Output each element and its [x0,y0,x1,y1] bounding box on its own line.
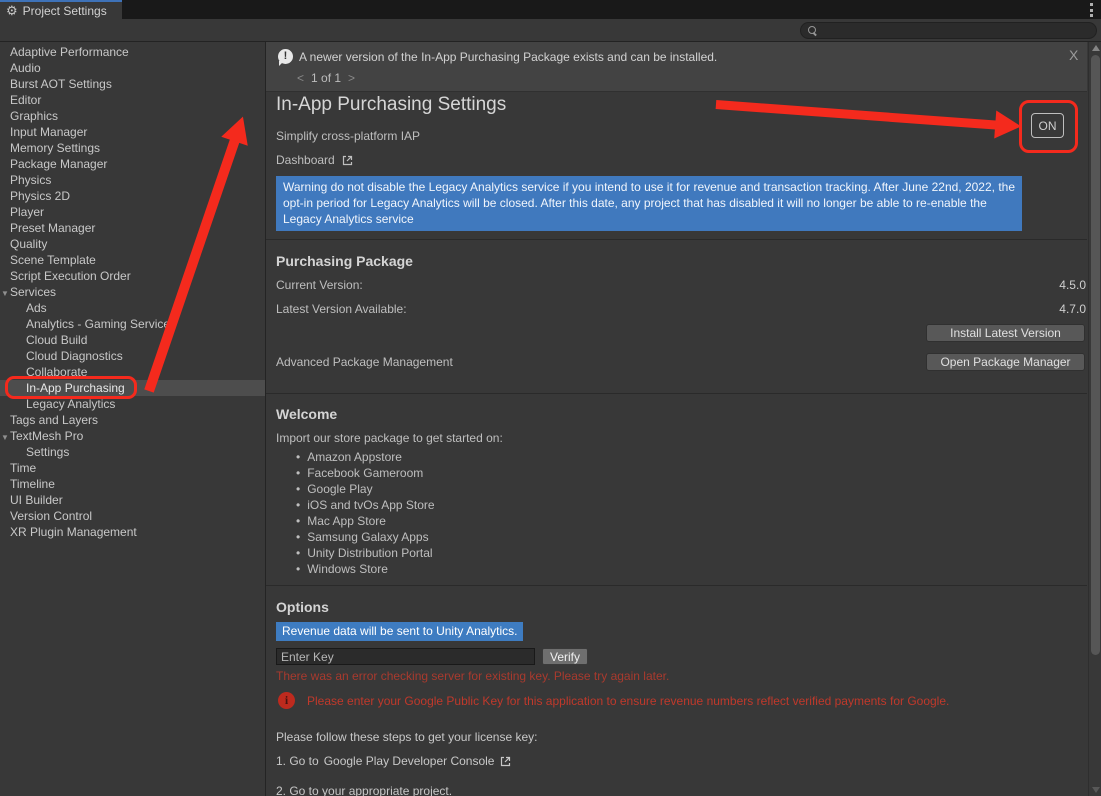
sidebar-item-ui-builder[interactable]: UI Builder [0,492,265,508]
sidebar-item-legacy-analytics[interactable]: Legacy Analytics [0,396,265,412]
sidebar-item-burst-aot[interactable]: Burst AOT Settings [0,76,265,92]
sidebar-item-cloud-build[interactable]: Cloud Build [0,332,265,348]
pager-prev-icon[interactable]: < [297,71,304,85]
settings-sidebar: Adaptive Performance Audio Burst AOT Set… [0,42,266,796]
window-menu-kebab-icon[interactable] [1086,3,1096,17]
sidebar-item-quality[interactable]: Quality [0,236,265,252]
advanced-package-management-label: Advanced Package Management [276,355,453,369]
sidebar-item-memory-settings[interactable]: Memory Settings [0,140,265,156]
latest-version-label: Latest Version Available: [276,302,407,316]
sidebar-item-tmp-settings[interactable]: Settings [0,444,265,460]
current-version-label: Current Version: [276,278,363,292]
step-1: 1. Go to Google Play Developer Console [276,754,512,768]
store-list-item: Windows Store [266,561,435,577]
sidebar-item-scene-template[interactable]: Scene Template [0,252,265,268]
legacy-analytics-warning: Warning do not disable the Legacy Analyt… [276,176,1022,231]
sidebar-item-collaborate[interactable]: Collaborate [0,364,265,380]
sidebar-item-timeline[interactable]: Timeline [0,476,265,492]
sidebar-item-analytics-gaming-services[interactable]: Analytics - Gaming Services [0,316,265,332]
sidebar-item-physics-2d[interactable]: Physics 2D [0,188,265,204]
section-divider [266,585,1087,586]
welcome-heading: Welcome [276,406,337,422]
revenue-analytics-note: Revenue data will be sent to Unity Analy… [276,622,523,641]
alert-bubble-icon: ! [278,49,293,64]
options-heading: Options [276,599,329,615]
search-input[interactable] [818,25,1096,37]
google-play-console-link[interactable]: Google Play Developer Console [324,754,495,768]
store-list-item: Unity Distribution Portal [266,545,435,561]
error-info-icon: i [278,692,295,709]
sidebar-item-preset-manager[interactable]: Preset Manager [0,220,265,236]
notification-text: A newer version of the In-App Purchasing… [299,50,717,64]
store-list-item: Google Play [266,481,435,497]
vertical-scrollbar[interactable] [1088,42,1101,796]
sidebar-item-version-control[interactable]: Version Control [0,508,265,524]
step-2: 2. Go to your appropriate project. [276,784,452,796]
sidebar-item-label: TextMesh Pro [10,429,83,443]
main-panel: ! A newer version of the In-App Purchasi… [266,42,1101,796]
scroll-down-icon[interactable] [1092,787,1100,793]
dashboard-link-label: Dashboard [276,153,335,167]
welcome-intro: Import our store package to get started … [276,431,503,445]
sidebar-item-tags-and-layers[interactable]: Tags and Layers [0,412,265,428]
store-list-item: iOS and tvOs App Store [266,497,435,513]
current-version-value: 4.5.0 [1059,278,1086,292]
store-list-item: Facebook Gameroom [266,465,435,481]
section-divider [266,393,1087,394]
sidebar-item-input-manager[interactable]: Input Manager [0,124,265,140]
verify-button[interactable]: Verify [542,648,588,665]
sidebar-item-xr-plugin-management[interactable]: XR Plugin Management [0,524,265,540]
scrollbar-thumb[interactable] [1091,55,1100,655]
sidebar-item-script-execution-order[interactable]: Script Execution Order [0,268,265,284]
search-box[interactable] [800,22,1097,39]
store-list-item: Mac App Store [266,513,435,529]
sidebar-item-time[interactable]: Time [0,460,265,476]
sidebar-item-graphics[interactable]: Graphics [0,108,265,124]
step-1-prefix: 1. Go to [276,754,319,768]
page-title: In-App Purchasing Settings [276,94,506,116]
license-steps-intro: Please follow these steps to get your li… [276,730,537,744]
external-link-icon [499,755,512,768]
pager-next-icon[interactable]: > [348,71,355,85]
window-tab-bar: Project Settings [0,0,1101,19]
tab-project-settings[interactable]: Project Settings [0,0,122,19]
page-subtitle: Simplify cross-platform IAP [276,129,420,143]
sidebar-item-editor[interactable]: Editor [0,92,265,108]
sidebar-item-physics[interactable]: Physics [0,172,265,188]
install-latest-version-button[interactable]: Install Latest Version [926,324,1085,342]
purchasing-package-heading: Purchasing Package [276,253,413,269]
sidebar-item-label: Services [10,285,56,299]
sidebar-item-package-manager[interactable]: Package Manager [0,156,265,172]
notification-banner: ! A newer version of the In-App Purchasi… [266,42,1087,92]
server-error-text: There was an error checking server for e… [276,669,669,683]
service-toggle-on-button[interactable]: ON [1031,113,1064,138]
sidebar-item-textmesh-pro[interactable]: TextMesh Pro [0,428,265,444]
toolbar [0,19,1101,42]
dashboard-link[interactable]: Dashboard [276,153,354,167]
google-key-warning: Please enter your Google Public Key for … [307,694,1067,708]
open-package-manager-button[interactable]: Open Package Manager [926,353,1085,371]
sidebar-item-services[interactable]: Services [0,284,265,300]
google-key-input[interactable] [276,648,535,665]
sidebar-item-ads[interactable]: Ads [0,300,265,316]
search-icon [807,25,818,36]
external-link-icon [341,154,354,167]
pager-label: 1 of 1 [311,71,341,85]
sidebar-item-in-app-purchasing[interactable]: In-App Purchasing [0,380,265,396]
close-icon[interactable]: X [1069,47,1078,63]
store-list: Amazon Appstore Facebook Gameroom Google… [266,449,435,577]
sidebar-item-player[interactable]: Player [0,204,265,220]
sidebar-item-adaptive-performance[interactable]: Adaptive Performance [0,44,265,60]
sidebar-item-audio[interactable]: Audio [0,60,265,76]
notification-pager: < 1 of 1 > [297,71,355,85]
store-list-item: Amazon Appstore [266,449,435,465]
section-divider [266,239,1087,240]
gear-icon [6,2,18,20]
sidebar-item-cloud-diagnostics[interactable]: Cloud Diagnostics [0,348,265,364]
tab-title: Project Settings [23,4,107,18]
scroll-up-icon[interactable] [1092,45,1100,51]
latest-version-value: 4.7.0 [1059,302,1086,316]
store-list-item: Samsung Galaxy Apps [266,529,435,545]
